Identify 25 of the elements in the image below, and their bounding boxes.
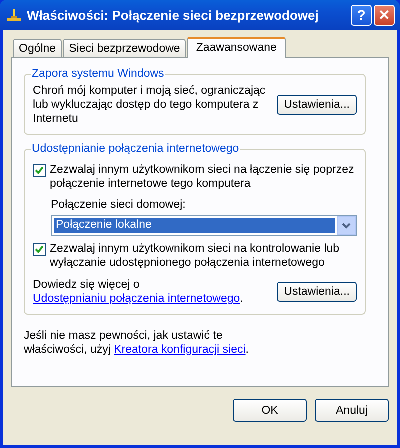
help-button[interactable]: ? bbox=[351, 4, 372, 26]
tab[interactable]: Sieci bezprzewodowe bbox=[63, 39, 186, 57]
hint-text: Jeśli nie masz pewności, jak ustawić te właściwości, użyj Kreatora konfiguracji sieci. bbox=[24, 329, 250, 357]
network-icon bbox=[6, 7, 22, 23]
cancel-button[interactable]: Anuluj bbox=[315, 399, 389, 422]
field-label: Połączenie sieci domowej: bbox=[51, 199, 187, 211]
description-text: Chroń mój komputer i moją sieć, ograniczając lub wykluczając dostęp do tego komputera z Internetu bbox=[33, 84, 267, 126]
help-link[interactable]: Udostępnianiu połączenia internetowego bbox=[33, 293, 240, 305]
checkbox[interactable] bbox=[33, 243, 46, 256]
tab[interactable]: Ogólne bbox=[13, 39, 62, 57]
group-title: Zapora systemu Windows bbox=[31, 68, 166, 80]
group-title: Udostępnianie połączenia internetowego bbox=[31, 143, 240, 155]
ok-button[interactable]: OK bbox=[233, 399, 307, 422]
checkbox[interactable] bbox=[33, 164, 46, 177]
close-button[interactable]: ✕ bbox=[374, 4, 395, 26]
chevron-down-icon bbox=[342, 222, 351, 228]
info-text: Dowiedz się więcej o Udostępnianiu połączenia internetowego. bbox=[33, 278, 244, 306]
checkbox-label: Zezwalaj innym użytkownikom sieci na kontrolowanie lub wyłączanie udostępnionego połączenia internetowego bbox=[50, 242, 341, 270]
settings-button[interactable]: Ustawienia... bbox=[277, 95, 357, 115]
settings-button[interactable]: Ustawienia... bbox=[277, 282, 357, 302]
checkbox-label: Zezwalaj innym użytkownikom sieci na łączenie się poprzez połączenie internetowe tego komputera bbox=[50, 163, 356, 191]
wizard-link[interactable]: Kreatora konfiguracji sieci bbox=[114, 344, 246, 356]
window-title: Właściwości: Połączenie sieci bezprzewodowej bbox=[27, 8, 320, 22]
tab[interactable]: Zaawansowane bbox=[187, 37, 286, 58]
dropdown[interactable]: Połączenie lokalne bbox=[51, 215, 357, 236]
